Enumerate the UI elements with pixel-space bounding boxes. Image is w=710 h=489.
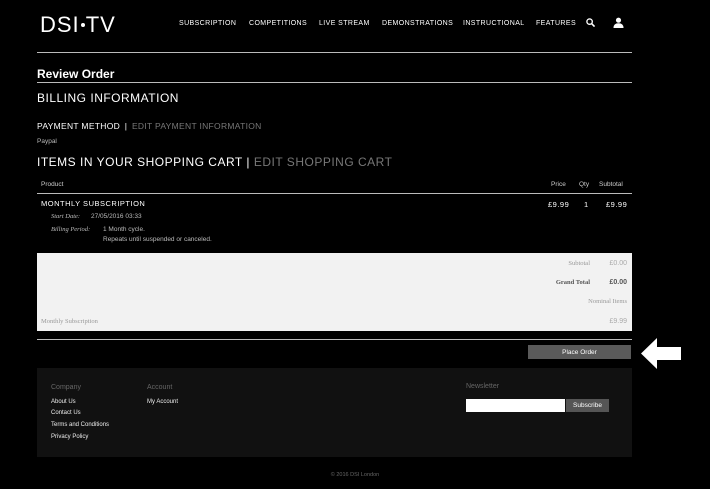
place-order-button[interactable]: Place Order <box>528 345 631 359</box>
footer-link-about-us[interactable]: About Us <box>51 399 76 405</box>
billing-heading: BILLING INFORMATION <box>37 91 179 105</box>
payment-method-row: PAYMENT METHOD | EDIT PAYMENT INFORMATIO… <box>37 121 262 131</box>
footer-company-heading: Company <box>51 384 81 391</box>
logo-dot <box>80 22 85 27</box>
page-title: Review Order <box>37 67 115 81</box>
logo-text-left: DSI <box>40 12 80 37</box>
edit-payment-link[interactable]: EDIT PAYMENT INFORMATION <box>132 121 262 131</box>
grand-total-label: Grand Total <box>555 279 590 286</box>
arrow-left-icon <box>641 338 681 369</box>
footer <box>37 368 632 457</box>
main-nav: SUBSCRIPTION COMPETITIONS LIVE STREAM DE… <box>179 20 586 27</box>
col-header-price: Price <box>551 181 566 188</box>
cart-item-price: £9.99 <box>548 200 570 209</box>
footer-link-my-account[interactable]: My Account <box>147 399 178 405</box>
grand-total-value: £0.00 <box>609 279 627 286</box>
col-header-qty: Qty <box>579 181 590 188</box>
nav-features[interactable]: FEATURES <box>536 20 586 27</box>
header-divider <box>37 52 632 53</box>
footer-newsletter-heading: Newsletter <box>466 383 500 390</box>
start-date-value: 27/05/2016 03:33 <box>91 213 142 220</box>
title-divider <box>37 82 632 83</box>
footer-link-terms[interactable]: Terms and Conditions <box>51 422 109 428</box>
separator: | <box>124 121 128 131</box>
subtotal-value: £0.00 <box>609 260 627 267</box>
billing-period-label: Billing Period: <box>51 226 91 233</box>
footer-link-contact-us[interactable]: Contact Us <box>51 410 81 416</box>
cart-item-qty: 1 <box>584 200 589 209</box>
search-icon[interactable] <box>586 18 595 27</box>
nominal-row-label: Monthly Subscription <box>41 318 98 325</box>
logo-text-right: TV <box>85 12 116 37</box>
nav-competitions[interactable]: COMPETITIONS <box>249 20 319 27</box>
billing-period-value: 1 Month cycle. <box>103 226 145 233</box>
nominal-items-label: Nominal Items <box>588 298 627 305</box>
cart-heading: ITEMS IN YOUR SHOPPING CART <box>37 155 243 169</box>
nav-instructional[interactable]: INSTRUCTIONAL <box>463 20 536 27</box>
nav-subscription[interactable]: SUBSCRIPTION <box>179 20 249 27</box>
separator: | <box>246 155 251 169</box>
copyright: © 2016 DSI London <box>330 472 380 478</box>
site-logo[interactable]: DSI TV <box>40 12 116 38</box>
edit-cart-link[interactable]: EDIT SHOPPING CART <box>254 155 393 169</box>
col-header-subtotal: Subtotal <box>599 181 623 188</box>
subtotal-label: Subtotal <box>568 260 590 267</box>
footer-link-privacy[interactable]: Privacy Policy <box>51 434 88 440</box>
table-header-divider <box>37 193 632 194</box>
subscribe-button[interactable]: Subscribe <box>566 399 609 412</box>
nav-demonstrations[interactable]: DEMONSTRATIONS <box>382 20 463 27</box>
start-date-label: Start Date: <box>51 213 81 220</box>
totals-divider <box>37 339 632 340</box>
cart-item-name: MONTHLY SUBSCRIPTION <box>41 199 146 208</box>
nav-live-stream[interactable]: LIVE STREAM <box>319 20 382 27</box>
billing-period-note: Repeats until suspended or canceled. <box>103 236 212 243</box>
payment-method-label: PAYMENT METHOD <box>37 121 121 131</box>
payment-method-value: Paypal <box>37 138 57 145</box>
col-header-product: Product <box>41 181 64 188</box>
nominal-row-value: £9.99 <box>609 318 627 325</box>
user-icon[interactable] <box>613 17 624 28</box>
footer-account-heading: Account <box>147 384 173 391</box>
cart-item-subtotal: £9.99 <box>606 200 628 209</box>
newsletter-email-input[interactable] <box>466 399 565 412</box>
cart-heading-row: ITEMS IN YOUR SHOPPING CART | EDIT SHOPP… <box>37 155 392 169</box>
